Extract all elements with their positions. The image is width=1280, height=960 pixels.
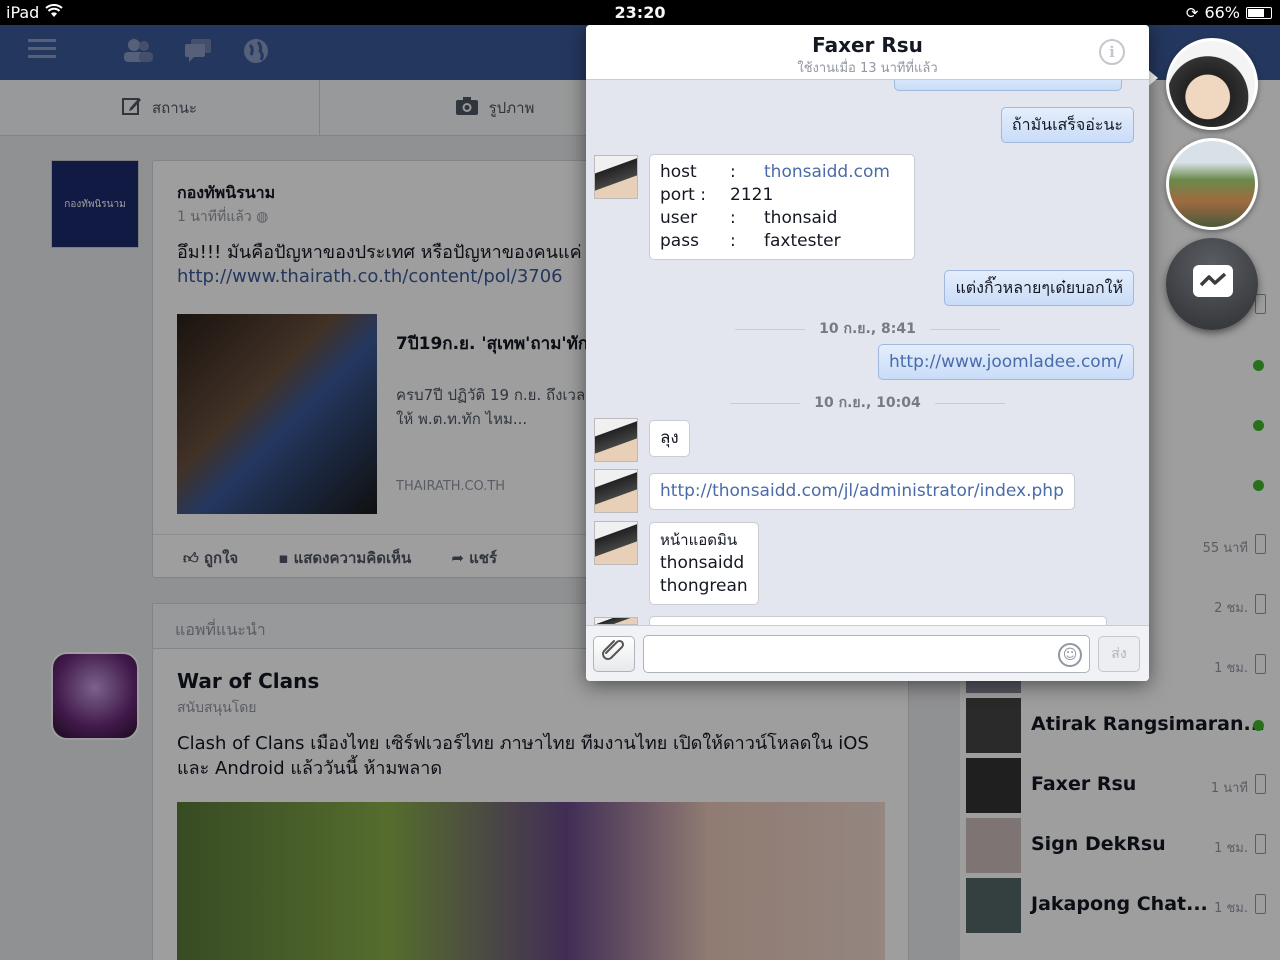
- battery-icon: [1246, 6, 1272, 19]
- port-label: port :: [660, 185, 706, 205]
- chat-head-friend[interactable]: [1166, 138, 1258, 230]
- date-separator: 10 ก.ย., 8:41: [586, 318, 1149, 340]
- pass-value: faxtester: [764, 231, 841, 251]
- message-in-credentials: host: thonsaidd.com port : 2121 user: thons…: [649, 154, 915, 260]
- message-line: หน้าแอดมิน: [660, 531, 738, 549]
- date-separator: 10 ก.ย., 10:04: [586, 392, 1149, 414]
- chat-window: ถ้ามันเสร็จอ่ะนะ host: thonsaidd.com port…: [586, 25, 1149, 681]
- messenger-button[interactable]: [1166, 238, 1258, 330]
- rotation-lock-icon: ⟳: [1185, 3, 1199, 22]
- chat-header: Faxer Rsu ใช้งานเมื่อ 13 นาทีที่แล้ว i: [586, 25, 1149, 80]
- battery-level: [1248, 8, 1264, 17]
- message-in-link[interactable]: http://thonsaidd.com/jl/administrator/in…: [649, 473, 1075, 510]
- send-button[interactable]: ส่ง: [1098, 636, 1140, 672]
- pass-label: pass: [660, 231, 699, 251]
- info-icon[interactable]: i: [1099, 39, 1125, 65]
- host-link[interactable]: thonsaidd.com: [764, 161, 904, 184]
- sender-avatar[interactable]: [594, 418, 638, 462]
- user-value: thonsaid: [764, 208, 838, 228]
- sender-avatar[interactable]: [594, 469, 638, 513]
- message-out: แต่งกิ๊วหลายๆเด๋ยบอกให้: [944, 270, 1134, 306]
- clock: 23:20: [614, 3, 666, 22]
- chat-last-active: ใช้งานเมื่อ 13 นาทีที่แล้ว: [797, 61, 938, 76]
- chat-composer: ☺ ส่ง: [586, 625, 1149, 681]
- message-line: thongrean: [660, 576, 748, 596]
- messenger-icon: [1193, 265, 1233, 297]
- colon: :: [730, 231, 736, 251]
- message-in: ลุง: [649, 420, 690, 457]
- chat-head-faxer[interactable]: [1166, 38, 1258, 130]
- message-in-admin: หน้าแอดมิน thonsaidd thongrean: [649, 522, 759, 605]
- attach-paperclip-icon[interactable]: [593, 636, 635, 672]
- user-label: user: [660, 208, 698, 228]
- battery-percent: 66%: [1204, 3, 1240, 22]
- message-input[interactable]: [643, 635, 1090, 673]
- sender-avatar: [594, 617, 638, 625]
- sender-avatar[interactable]: [594, 521, 638, 565]
- status-bar: iPad 23:20 ⟳ 66%: [0, 0, 1280, 25]
- message-out: ถ้ามันเสร็จอ่ะนะ: [1000, 107, 1134, 143]
- message-line: thonsaidd: [660, 553, 745, 573]
- colon: :: [730, 208, 736, 228]
- message-out-link[interactable]: http://www.joomladee.com/: [877, 344, 1134, 380]
- port-value: 2121: [730, 185, 774, 205]
- colon: :: [730, 162, 736, 182]
- emoji-icon[interactable]: ☺: [1058, 643, 1082, 667]
- chat-contact-name: Faxer Rsu: [812, 33, 923, 57]
- host-label: host: [660, 162, 697, 182]
- sender-avatar[interactable]: [594, 155, 638, 199]
